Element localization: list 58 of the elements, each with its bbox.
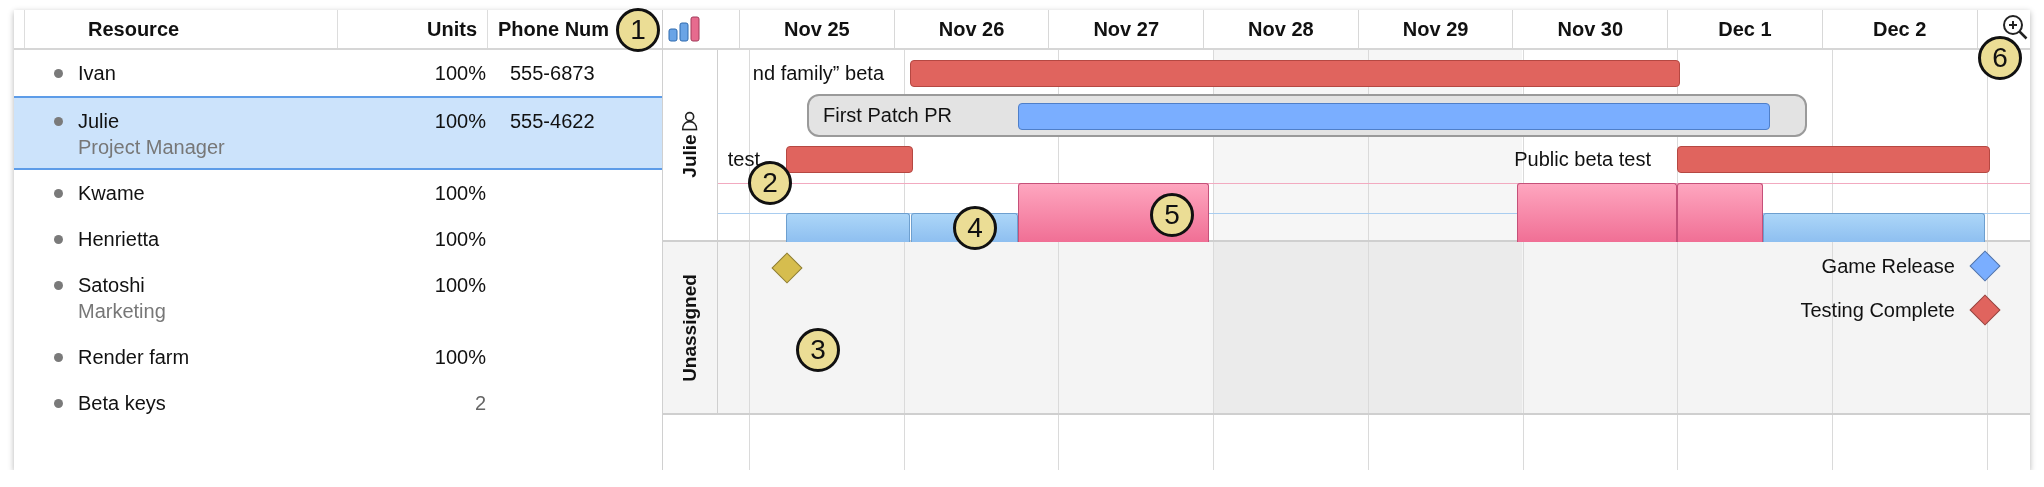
- units-cell-text: 100%: [434, 109, 487, 133]
- units-cell-text: 100%: [434, 273, 487, 297]
- resource-name: Henrietta: [78, 227, 161, 251]
- day-header: Nov 29: [1357, 10, 1513, 48]
- person-icon: [682, 110, 698, 131]
- units-cell-text: 100%: [434, 227, 487, 251]
- bullet-icon: [54, 234, 63, 244]
- day-header: Nov 26: [893, 10, 1049, 48]
- phone-cell-text: 555-4622: [509, 109, 596, 133]
- resource-name: Beta keys: [78, 391, 167, 415]
- lane-label: Julie: [679, 134, 701, 178]
- task-label: First Patch PR: [823, 103, 952, 128]
- resource-name: Kwame: [78, 181, 146, 205]
- resource-row[interactable]: Beta keys 2: [14, 380, 662, 426]
- resource-note: Project Manager: [78, 136, 226, 160]
- bullet-icon: [54, 352, 63, 362]
- day-header: Dec 2: [1821, 10, 1977, 48]
- bullet-icon: [54, 398, 63, 408]
- resource-name: Julie: [78, 109, 121, 133]
- callout-number: 6: [1978, 36, 2022, 80]
- resource-name: Satoshi: [78, 273, 146, 297]
- day-header: Nov 27: [1048, 10, 1204, 48]
- resource-row[interactable]: Henrietta 100%: [14, 216, 662, 262]
- bullet-icon: [54, 280, 63, 290]
- units-cell-text: 100%: [434, 345, 487, 369]
- units-cell-text: 100%: [434, 61, 487, 85]
- day-header: Nov 28: [1203, 10, 1358, 48]
- day-header: Dec 1: [1667, 10, 1822, 48]
- phone-cell-text: 555-6873: [509, 61, 596, 85]
- task-bar[interactable]: [1018, 103, 1770, 130]
- resource-row[interactable]: Satoshi 100% Marketing: [14, 262, 662, 334]
- resource-name: Ivan: [78, 61, 117, 85]
- day-header: Nov 30: [1512, 10, 1668, 48]
- bullet-icon: [54, 188, 63, 198]
- zoom-in-icon[interactable]: [2001, 14, 2028, 42]
- resource-note: Marketing: [78, 300, 167, 324]
- resource-row[interactable]: Ivan 100% 555-6873: [14, 50, 662, 96]
- resource-row[interactable]: Render farm 100%: [14, 334, 662, 380]
- units-cell-text: 100%: [434, 181, 487, 205]
- callout-number: 1: [616, 8, 660, 52]
- bullet-icon: [54, 68, 63, 78]
- resource-bars-icon[interactable]: [668, 16, 702, 42]
- milestone-label: Testing Complete: [1800, 298, 1955, 322]
- milestone-label: Game Release: [1821, 254, 1955, 278]
- resource-name: Render farm: [78, 345, 191, 369]
- selected-row[interactable]: Julie 100% 555-4622 Project Manager: [14, 96, 662, 170]
- day-header: Nov 25: [739, 10, 894, 48]
- resource-row[interactable]: Kwame 100%: [14, 170, 662, 216]
- bullet-icon: [54, 116, 63, 126]
- lane-label: Unassigned: [679, 273, 701, 382]
- callout-number: 4: [953, 206, 997, 250]
- column-header[interactable]: Resource: [68, 10, 338, 48]
- column-header[interactable]: Phone Num: [488, 10, 610, 48]
- task-group-bar[interactable]: First Patch PR: [807, 94, 1807, 137]
- task-label: Public beta test: [1514, 147, 1651, 172]
- task-label: nd family” beta: [752, 61, 884, 86]
- units-cell-text: 2: [474, 391, 487, 415]
- column-header[interactable]: Units: [338, 10, 488, 48]
